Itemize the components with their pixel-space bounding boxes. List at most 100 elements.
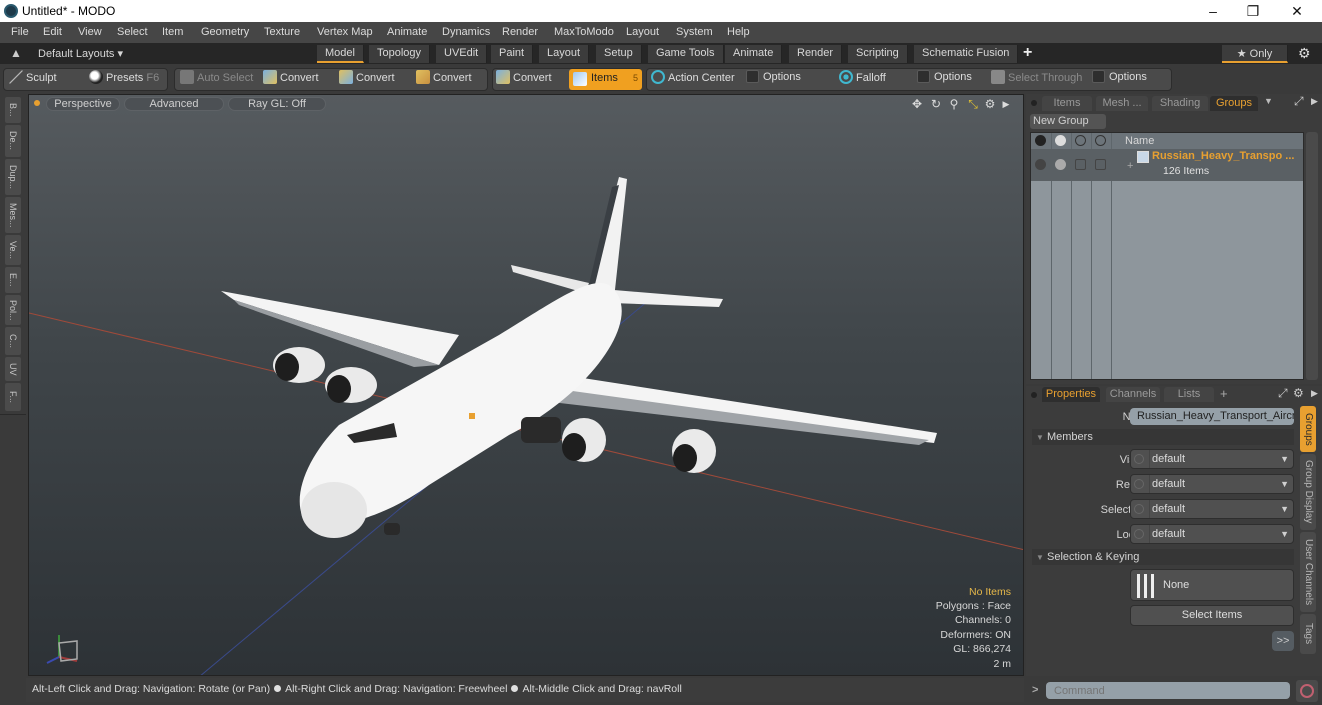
items-mode-button[interactable]: Items 5 [569, 69, 642, 90]
tab-paint[interactable]: Paint [491, 45, 534, 63]
options-checkbox[interactable] [917, 70, 930, 83]
side-tab-groups[interactable]: Groups [1300, 406, 1316, 452]
add-tab-button[interactable]: + [1220, 386, 1228, 401]
visible-dropdown[interactable]: default ▼ [1130, 449, 1294, 469]
side-tab-user-channels[interactable]: User Channels [1300, 532, 1316, 612]
fit-view-icon[interactable]: ⤡ [966, 97, 980, 111]
name-column-header[interactable]: Name [1125, 135, 1154, 147]
record-macro-button[interactable] [1296, 680, 1318, 702]
members-section-header[interactable]: ▼ Members [1032, 429, 1294, 445]
groups-list[interactable]: Name + Russian_Heavy_Transpo ... 126 Ite… [1030, 132, 1304, 380]
add-layout-button[interactable]: + [1023, 44, 1032, 62]
left-tab-deform[interactable]: De... [5, 125, 21, 157]
locked-dropdown[interactable]: default ▼ [1130, 524, 1294, 544]
groups-scrollbar[interactable] [1306, 132, 1318, 380]
aircraft-model[interactable] [221, 177, 937, 538]
viewport-settings-icon[interactable]: ⚙ [983, 97, 997, 111]
menu-render[interactable]: Render [502, 26, 538, 38]
menu-layout[interactable]: Layout [626, 26, 659, 38]
tab-layout[interactable]: Layout [539, 45, 590, 63]
panel-expand-icon[interactable]: ▶ [1311, 96, 1318, 107]
group-render-icon[interactable] [1055, 159, 1066, 170]
maximize-panel-icon[interactable]: ⤢ [1294, 94, 1304, 109]
gear-icon[interactable]: ⚙ [1298, 45, 1311, 62]
name-input[interactable]: Russian_Heavy_Transport_Aircra [1130, 408, 1294, 425]
selectable-dropdown[interactable]: default ▼ [1130, 499, 1294, 519]
panel-expand-icon[interactable]: ▶ [1311, 388, 1318, 399]
presets-button[interactable]: Presets F6 [89, 70, 159, 87]
tabs-dropdown-icon[interactable]: ▼ [1264, 96, 1273, 106]
menu-view[interactable]: View [78, 26, 102, 38]
left-tab-polygon[interactable]: Pol... [5, 295, 21, 325]
group-row[interactable]: + Russian_Heavy_Transpo ... 126 Items [1031, 149, 1303, 181]
locked-channel-dot[interactable] [1134, 529, 1144, 539]
tab-channels[interactable]: Channels [1106, 387, 1160, 402]
lock-column-icon[interactable] [1075, 135, 1086, 146]
select-through-button[interactable]: Select Through [991, 70, 1082, 87]
group-name[interactable]: Russian_Heavy_Transpo ... [1152, 150, 1294, 162]
close-icon[interactable]: ✕ [1282, 1, 1312, 21]
select-items-button[interactable]: Select Items [1130, 605, 1294, 626]
rotate-icon[interactable]: ↻ [929, 97, 943, 111]
default-layouts-dropdown[interactable]: Default Layouts ▾ [38, 47, 123, 60]
convert-vertex-button[interactable]: Convert [263, 70, 319, 87]
tab-game-tools[interactable]: Game Tools [648, 45, 724, 63]
panel-menu-dot[interactable] [1031, 100, 1037, 106]
tab-mesh[interactable]: Mesh ... [1096, 96, 1148, 111]
visible-channel-dot[interactable] [1134, 454, 1144, 464]
tab-properties[interactable]: Properties [1042, 387, 1100, 402]
tab-schematic-fusion[interactable]: Schematic Fusion [914, 45, 1019, 63]
menu-select[interactable]: Select [117, 26, 148, 38]
group-lock-toggle[interactable] [1075, 159, 1086, 170]
raygl-toggle[interactable]: Ray GL: Off [228, 97, 326, 111]
render-column-icon[interactable] [1055, 135, 1066, 146]
action-center-options[interactable]: Options [746, 70, 801, 87]
tab-topology[interactable]: Topology [369, 45, 431, 63]
tab-animate[interactable]: Animate [725, 45, 783, 63]
menu-maxtomodo[interactable]: MaxToModo [554, 26, 614, 38]
menu-vertex-map[interactable]: Vertex Map [317, 26, 373, 38]
side-tab-group-display[interactable]: Group Display [1300, 454, 1316, 530]
left-tab-edge[interactable]: E... [5, 267, 21, 293]
new-group-button[interactable]: New Group [1030, 114, 1106, 129]
left-tab-duplicate[interactable]: Dup... [5, 159, 21, 195]
menu-animate[interactable]: Animate [387, 26, 427, 38]
menu-texture[interactable]: Texture [264, 26, 300, 38]
render-channel-dot[interactable] [1134, 479, 1144, 489]
falloff-button[interactable]: Falloff [839, 70, 886, 87]
side-tab-tags[interactable]: Tags [1300, 614, 1316, 654]
menu-geometry[interactable]: Geometry [201, 26, 249, 38]
select-column-icon[interactable] [1095, 135, 1106, 146]
falloff-options[interactable]: Options [917, 70, 972, 87]
visibility-column-icon[interactable] [1035, 135, 1046, 146]
left-tab-mesh-edit[interactable]: Mes... [5, 197, 21, 233]
pan-icon[interactable]: ✥ [910, 97, 924, 111]
maximize-panel-icon[interactable]: ⤢ [1278, 386, 1288, 401]
menu-file[interactable]: File [11, 26, 29, 38]
tab-setup[interactable]: Setup [596, 45, 642, 63]
only-toggle[interactable]: ★ Only [1222, 45, 1288, 63]
left-tab-uv[interactable]: UV [5, 357, 21, 381]
zoom-icon[interactable]: ⚲ [947, 97, 961, 111]
menu-system[interactable]: System [676, 26, 713, 38]
group-visible-icon[interactable] [1035, 159, 1046, 170]
tab-items[interactable]: Items [1042, 96, 1092, 111]
shading-advanced-dropdown[interactable]: Advanced [124, 97, 224, 111]
minimize-icon[interactable]: – [1198, 1, 1228, 21]
viewport-menu-dot[interactable] [34, 100, 40, 106]
group-select-toggle[interactable] [1095, 159, 1106, 170]
tab-lists[interactable]: Lists [1164, 387, 1214, 402]
sculpt-button[interactable]: Sculpt [9, 70, 57, 87]
tab-model[interactable]: Model [317, 45, 364, 63]
select-through-options[interactable]: Options [1092, 70, 1147, 87]
layout-switch-icon[interactable]: ▲ [10, 46, 22, 60]
convert-polygon-button[interactable]: Convert [416, 70, 472, 87]
tab-shading[interactable]: Shading [1152, 96, 1208, 111]
auto-select-button[interactable]: Auto Select [180, 70, 253, 87]
menu-item[interactable]: Item [162, 26, 183, 38]
panel-settings-icon[interactable]: ⚙ [1293, 386, 1304, 400]
left-tab-curve[interactable]: C... [5, 327, 21, 355]
tab-scripting[interactable]: Scripting [848, 45, 908, 63]
restore-icon[interactable]: ❐ [1238, 1, 1268, 21]
3d-viewport[interactable]: Perspective Advanced Ray GL: Off ✥ ↻ ⚲ ⤡… [28, 94, 1024, 676]
